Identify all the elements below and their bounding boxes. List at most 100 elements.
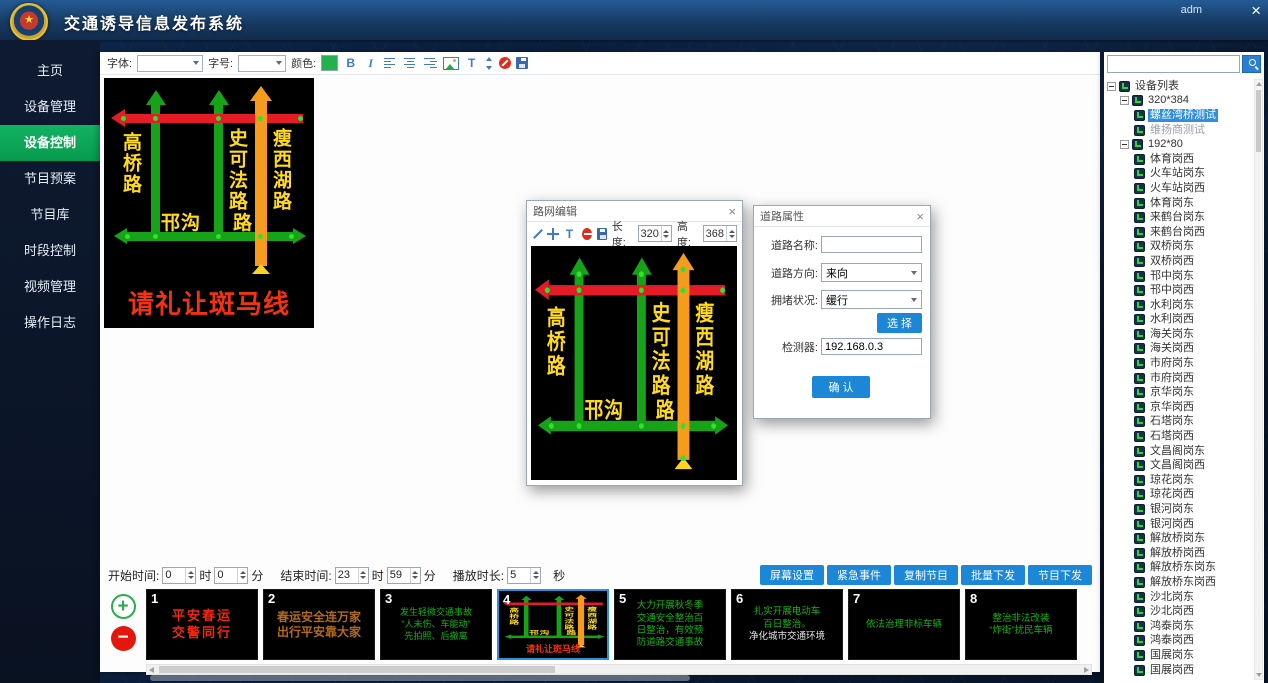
tree-item[interactable]: 来鹤台岗东 [1107, 210, 1252, 225]
duration-spinner[interactable]: 5 [507, 567, 541, 584]
tree-item[interactable]: 邗中岗西 [1107, 283, 1252, 298]
tree-item[interactable]: 水利岗西 [1107, 313, 1252, 328]
tree-item[interactable]: 鸿泰岗西 [1107, 634, 1252, 649]
height-spinner[interactable]: 368 [703, 225, 737, 242]
spinner-arrows[interactable] [661, 226, 671, 241]
nav-item[interactable]: 设备控制 [0, 125, 100, 161]
scrollbar-thumb[interactable] [1256, 90, 1261, 152]
nav-item[interactable]: 视频管理 [0, 269, 100, 305]
road-label-bottom-left[interactable]: 邗沟 [584, 393, 624, 424]
close-icon[interactable]: × [728, 205, 736, 218]
nav-item[interactable]: 节目库 [0, 197, 100, 233]
playlist-item[interactable]: 2 春运安全连万家出行平安靠大家 [263, 589, 375, 660]
tree-item[interactable]: 京华岗东 [1107, 385, 1252, 400]
action-button[interactable]: 紧急事件 [827, 565, 891, 585]
align-center-icon[interactable] [403, 57, 418, 70]
edit-handle-dot[interactable] [681, 455, 686, 461]
tree-item[interactable]: 银河岗东 [1107, 502, 1252, 517]
font-select[interactable] [137, 55, 203, 72]
arrow-up-icon[interactable] [188, 571, 194, 574]
tree-item[interactable]: 设备列表 [1107, 79, 1252, 94]
road-arrow-red[interactable] [549, 285, 725, 295]
scroll-down-icon[interactable] [1256, 673, 1262, 677]
editor-canvas[interactable]: 高桥路 史可法路 瘦西湖路 邗沟 路 [531, 246, 737, 480]
tree-item[interactable]: 京华岗西 [1107, 400, 1252, 415]
arrow-down-icon[interactable] [412, 576, 418, 579]
vertical-scrollbar[interactable] [1254, 79, 1263, 680]
collapse-icon[interactable] [1120, 140, 1129, 149]
close-icon[interactable]: × [916, 210, 924, 223]
tree-item[interactable]: 双桥岗东 [1107, 240, 1252, 255]
save-icon[interactable] [516, 57, 528, 69]
spinner-arrows[interactable] [530, 568, 540, 583]
playlist-item[interactable]: 7 依法治理非标车辆 [848, 589, 960, 660]
dialog-titlebar[interactable]: 道路属性 × [754, 206, 930, 227]
arrow-up-icon[interactable] [663, 230, 669, 233]
tree-item[interactable]: 沙北岗西 [1107, 604, 1252, 619]
page-scrollbar-thumb[interactable] [150, 675, 690, 681]
insert-text-icon[interactable]: T [464, 55, 479, 71]
delete-icon[interactable] [582, 228, 592, 240]
playlist-item[interactable]: 8 整治非法改装“炸街”扰民车辆 [965, 589, 1077, 660]
search-input[interactable] [1107, 55, 1240, 73]
save-icon[interactable] [597, 228, 607, 240]
tree-item[interactable]: 市府岗东 [1107, 356, 1252, 371]
end-hour-spinner[interactable]: 23 [335, 567, 369, 584]
arrow-down-icon[interactable] [663, 235, 669, 238]
scroll-left-icon[interactable] [149, 667, 154, 673]
edit-handle-dot[interactable] [577, 271, 582, 277]
spinner-arrows[interactable] [185, 568, 195, 583]
edit-handle-dot[interactable] [711, 423, 716, 429]
tree-item[interactable]: 琼花岗西 [1107, 488, 1252, 503]
start-minute-spinner[interactable]: 0 [214, 567, 248, 584]
align-left-icon[interactable] [383, 57, 398, 70]
username[interactable]: adm [1181, 4, 1202, 16]
italic-button[interactable]: I [363, 55, 378, 71]
size-select[interactable] [238, 55, 286, 72]
action-button[interactable]: 复制节目 [894, 565, 958, 585]
playlist-item[interactable]: 5 大力开展秋冬季交通安全整治百日整治，有效预防道路交通事故 [614, 589, 726, 660]
tree-item[interactable]: 解放桥岗西 [1107, 546, 1252, 561]
tree-item[interactable]: 文昌阁岗东 [1107, 444, 1252, 459]
nav-item[interactable]: 时段控制 [0, 233, 100, 269]
move-icon[interactable] [547, 228, 557, 240]
tree-item[interactable]: 国展岗西 [1107, 663, 1252, 678]
collapse-icon[interactable] [1107, 82, 1116, 91]
road-arrow-green-middle[interactable] [637, 274, 646, 428]
road-direction-select[interactable]: 来向 [821, 263, 922, 282]
edit-handle-dot[interactable] [720, 287, 725, 293]
tree-item[interactable]: 石塔岗西 [1107, 429, 1252, 444]
insert-text-icon[interactable]: T [562, 226, 577, 242]
detector-input[interactable] [821, 338, 922, 355]
road-arrow-orange[interactable] [678, 269, 690, 460]
road-label-bottom-right[interactable]: 路 [656, 393, 676, 424]
tree-item[interactable]: 解放桥岗东 [1107, 531, 1252, 546]
congestion-select[interactable]: 缓行 [821, 290, 922, 309]
edit-handle-dot[interactable] [639, 287, 644, 293]
playlist-item[interactable]: 6 扎实开展电动车百日整治。净化城市交通环境 [731, 589, 843, 660]
arrow-up-icon[interactable] [412, 571, 418, 574]
close-icon[interactable]: × [1251, 1, 1261, 21]
scroll-right-icon[interactable] [1084, 667, 1089, 673]
insert-image-icon[interactable] [443, 57, 459, 70]
dialog-titlebar[interactable]: 路网编辑 × [527, 201, 742, 222]
tree-item[interactable]: 火车站岗西 [1107, 181, 1252, 196]
edit-handle-dot[interactable] [577, 287, 582, 293]
tree-item[interactable]: 解放桥东岗东 [1107, 561, 1252, 576]
edit-handle-dot[interactable] [577, 423, 582, 429]
tree-item[interactable]: 解放桥东岗西 [1107, 575, 1252, 590]
edit-handle-dot[interactable] [681, 267, 686, 273]
tree-item[interactable]: 体育岗西 [1107, 152, 1252, 167]
tree-item[interactable]: 邗中岗东 [1107, 269, 1252, 284]
tree-item[interactable]: 沙北岗东 [1107, 590, 1252, 605]
tree-item[interactable]: 文昌阁岗西 [1107, 458, 1252, 473]
spinner-arrows[interactable] [410, 568, 420, 583]
edit-handle-dot[interactable] [549, 423, 554, 429]
tree-item[interactable]: 维扬商测试 [1107, 123, 1252, 138]
action-button[interactable]: 屏幕设置 [760, 565, 824, 585]
line-spacing-icon[interactable] [484, 57, 494, 70]
edit-handle-dot[interactable] [681, 423, 686, 429]
road-name-input[interactable] [821, 236, 922, 253]
action-button[interactable]: 节目下发 [1028, 565, 1092, 585]
edit-handle-dot[interactable] [639, 423, 644, 429]
